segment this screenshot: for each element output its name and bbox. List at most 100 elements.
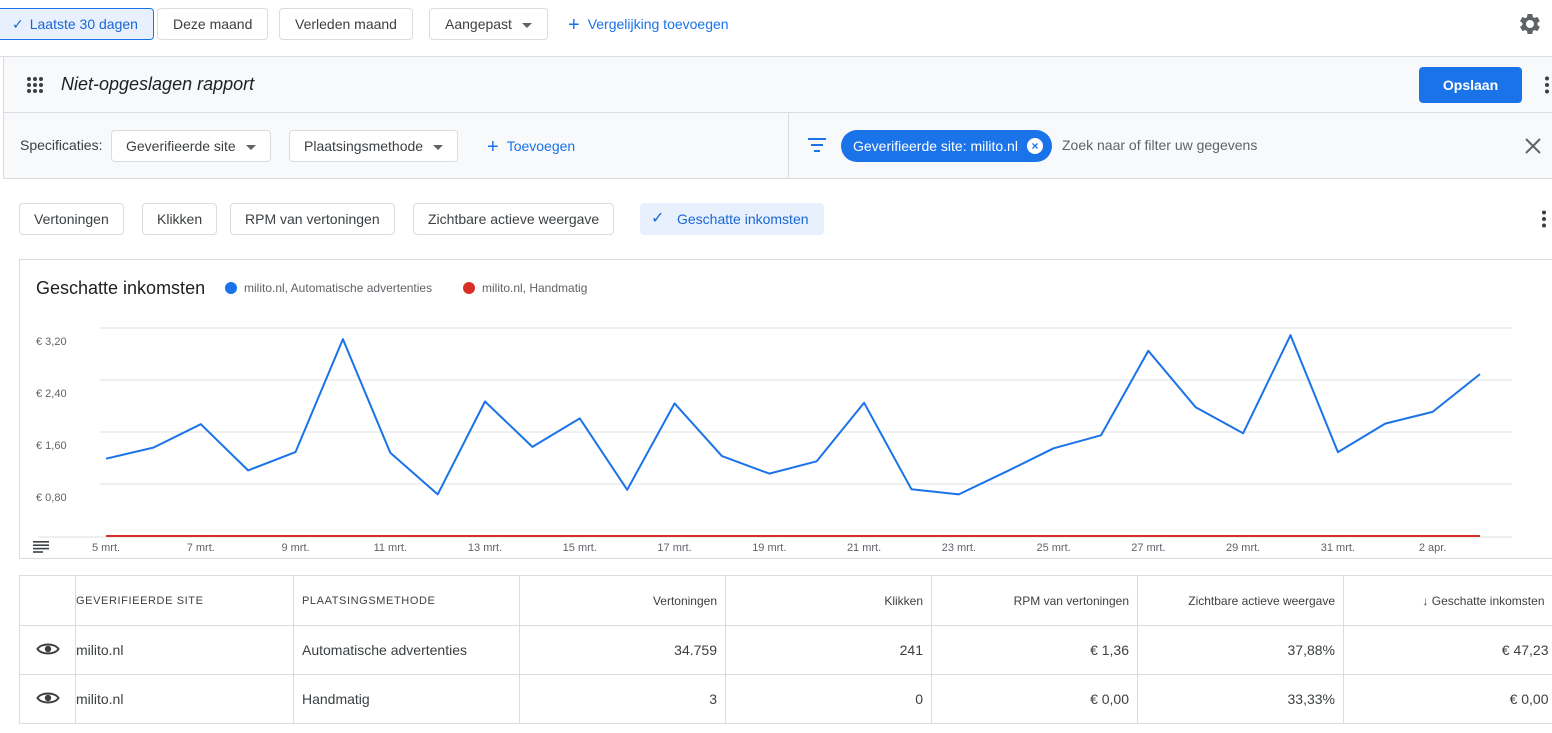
x-tick-label: 31 mrt. bbox=[1321, 542, 1355, 554]
x-tick-label: 17 mrt. bbox=[657, 542, 691, 554]
cell-clicks: 241 bbox=[725, 625, 932, 675]
header-label: Geschatte inkomsten bbox=[1431, 593, 1545, 608]
report-header: Niet-opgeslagen rapport Opslaan bbox=[3, 57, 1552, 113]
metric-chip-clicks[interactable]: Klikken bbox=[142, 203, 218, 235]
metric-chip-estimated-earnings[interactable]: ✓ Geschatte inkomsten bbox=[640, 203, 824, 235]
metric-chip-impressions[interactable]: Vertoningen bbox=[19, 203, 124, 235]
cell-impressions: 3 bbox=[519, 674, 726, 724]
more-vert-icon[interactable] bbox=[1544, 76, 1550, 94]
cell-site: milito.nl bbox=[75, 674, 294, 724]
header-cell bbox=[19, 575, 76, 626]
sort-down-icon: ↓ bbox=[1422, 593, 1429, 608]
x-tick-label: 2 apr. bbox=[1419, 542, 1447, 554]
legend-swatch bbox=[463, 282, 475, 294]
check-icon: ✓ bbox=[651, 210, 665, 227]
legend-item-auto-ads[interactable]: milito.nl, Automatische advertenties bbox=[225, 281, 432, 295]
close-icon[interactable] bbox=[1524, 137, 1542, 155]
cell-clicks: 0 bbox=[725, 674, 932, 724]
date-chip-label: Deze maand bbox=[173, 16, 253, 32]
header-verified-site[interactable]: GEVERIFIEERDE SITE bbox=[75, 575, 294, 626]
metric-chip-label: Vertoningen bbox=[34, 211, 109, 227]
x-tick-label: 13 mrt. bbox=[468, 542, 502, 554]
visibility-toggle[interactable] bbox=[19, 625, 76, 675]
dimension-chip-label: Geverifieerde site bbox=[126, 138, 236, 154]
table-header-row: GEVERIFIEERDE SITE PLAATSINGSMETHODE Ver… bbox=[19, 575, 1552, 626]
legend-item-manual[interactable]: milito.nl, Handmatig bbox=[463, 281, 587, 295]
active-filter-chip[interactable]: Geverifieerde site: milito.nl × bbox=[841, 130, 1052, 162]
date-chip-last-month[interactable]: Verleden maand bbox=[279, 8, 413, 40]
date-chip-custom[interactable]: Aangepast bbox=[429, 8, 548, 40]
header-impressions[interactable]: Vertoningen bbox=[519, 575, 726, 626]
y-tick-label: € 2,40 bbox=[36, 388, 67, 400]
header-rpm[interactable]: RPM van vertoningen bbox=[931, 575, 1138, 626]
x-tick-label: 29 mrt. bbox=[1226, 542, 1260, 554]
dimension-chip-verified-site[interactable]: Geverifieerde site bbox=[111, 130, 271, 162]
dimension-chip-placement-method[interactable]: Plaatsingsmethode bbox=[289, 130, 459, 162]
cell-method: Handmatig bbox=[293, 674, 520, 724]
cell-viewable: 37,88% bbox=[1137, 625, 1344, 675]
date-chip-last-30-days[interactable]: ✓ Laatste 30 dagen bbox=[0, 8, 154, 40]
date-chip-label: Laatste 30 dagen bbox=[29, 16, 138, 32]
cell-earnings: € 0,00 bbox=[1343, 674, 1552, 724]
more-vert-icon[interactable] bbox=[1541, 210, 1547, 228]
chart-title: Geschatte inkomsten bbox=[36, 278, 206, 298]
cell-impressions: 34.759 bbox=[519, 625, 726, 675]
report-title[interactable]: Niet-opgeslagen rapport bbox=[61, 74, 254, 95]
date-chip-label: Aangepast bbox=[445, 16, 512, 32]
check-icon: ✓ bbox=[12, 16, 24, 32]
metric-chip-label: Klikken bbox=[157, 211, 203, 227]
specifications-label: Specificaties: bbox=[20, 137, 103, 153]
series-line-auto-ads bbox=[105, 334, 1481, 496]
metric-chip-rpm[interactable]: RPM van vertoningen bbox=[230, 203, 395, 235]
chart-card: € 3,20 € 2,40 € 1,60 € 0,80 5 mrt. 7 mrt. 9 mr… bbox=[19, 259, 1552, 559]
x-tick-label: 21 mrt. bbox=[847, 542, 881, 554]
save-button[interactable]: Opslaan bbox=[1419, 67, 1522, 103]
add-comparison-button[interactable]: + Vergelijking toevoegen bbox=[568, 8, 729, 40]
table-row[interactable]: milito.nl Automatische advertenties 34.7… bbox=[19, 625, 1552, 675]
metrics-selector: Vertoningen Klikken RPM van vertoningen … bbox=[0, 179, 1552, 259]
caret-down-icon bbox=[433, 144, 444, 150]
dimension-chip-label: Plaatsingsmethode bbox=[304, 138, 424, 154]
legend-swatch bbox=[225, 282, 237, 294]
header-viewable[interactable]: Zichtbare actieve weergave bbox=[1137, 575, 1344, 626]
cell-method: Automatische advertenties bbox=[293, 625, 520, 675]
cell-rpm: € 0,00 bbox=[931, 674, 1138, 724]
visibility-toggle[interactable] bbox=[19, 674, 76, 724]
add-dimension-button[interactable]: + Toevoegen bbox=[487, 130, 575, 162]
table-view-icon[interactable] bbox=[33, 541, 49, 553]
header-placement-method[interactable]: PLAATSINGSMETHODE bbox=[293, 575, 520, 626]
filter-search-input[interactable]: Zoek naar of filter uw gegevens bbox=[1062, 137, 1257, 153]
date-range-bar: ✓ Laatste 30 dagen Deze maand Verleden ma… bbox=[0, 0, 1552, 57]
remove-filter-icon[interactable]: × bbox=[1026, 138, 1043, 154]
x-tick-label: 27 mrt. bbox=[1131, 542, 1165, 554]
x-tick-label: 9 mrt. bbox=[281, 542, 309, 554]
header-estimated-earnings[interactable]: ↓ Geschatte inkomsten bbox=[1343, 575, 1552, 626]
metric-chip-viewable[interactable]: Zichtbare actieve weergave bbox=[413, 203, 615, 235]
table-row[interactable]: milito.nl Handmatig 3 0 € 0,00 33,33% € … bbox=[19, 674, 1552, 724]
caret-down-icon bbox=[245, 144, 256, 150]
add-comparison-label: Vergelijking toevoegen bbox=[587, 16, 729, 32]
earnings-line-chart: € 3,20 € 2,40 € 1,60 € 0,80 5 mrt. 7 mrt. 9 mr… bbox=[36, 327, 1512, 554]
x-tick-label: 5 mrt. bbox=[92, 542, 120, 554]
divider bbox=[788, 113, 789, 179]
x-tick-label: 15 mrt. bbox=[563, 542, 597, 554]
x-tick-label: 23 mrt. bbox=[942, 542, 976, 554]
x-tick-label: 11 mrt. bbox=[374, 542, 407, 554]
active-filter-label: Geverifieerde site: milito.nl bbox=[853, 138, 1018, 154]
metric-chip-label: Zichtbare actieve weergave bbox=[428, 211, 600, 227]
cell-earnings: € 47,23 bbox=[1343, 625, 1552, 675]
filter-icon[interactable] bbox=[807, 137, 827, 153]
gear-icon[interactable] bbox=[1518, 12, 1542, 36]
caret-down-icon bbox=[521, 22, 532, 28]
legend-label: milito.nl, Handmatig bbox=[482, 281, 588, 295]
x-tick-label: 19 mrt. bbox=[752, 542, 786, 554]
apps-grid-icon[interactable] bbox=[26, 76, 44, 94]
date-chip-this-month[interactable]: Deze maand bbox=[157, 8, 269, 40]
eye-icon bbox=[35, 643, 60, 654]
eye-icon bbox=[35, 692, 60, 703]
plus-icon: + bbox=[568, 14, 580, 36]
report-table: GEVERIFIEERDE SITE PLAATSINGSMETHODE Ver… bbox=[19, 575, 1552, 724]
legend-label: milito.nl, Automatische advertenties bbox=[244, 281, 433, 295]
cell-rpm: € 1,36 bbox=[931, 625, 1138, 675]
header-clicks[interactable]: Klikken bbox=[725, 575, 932, 626]
